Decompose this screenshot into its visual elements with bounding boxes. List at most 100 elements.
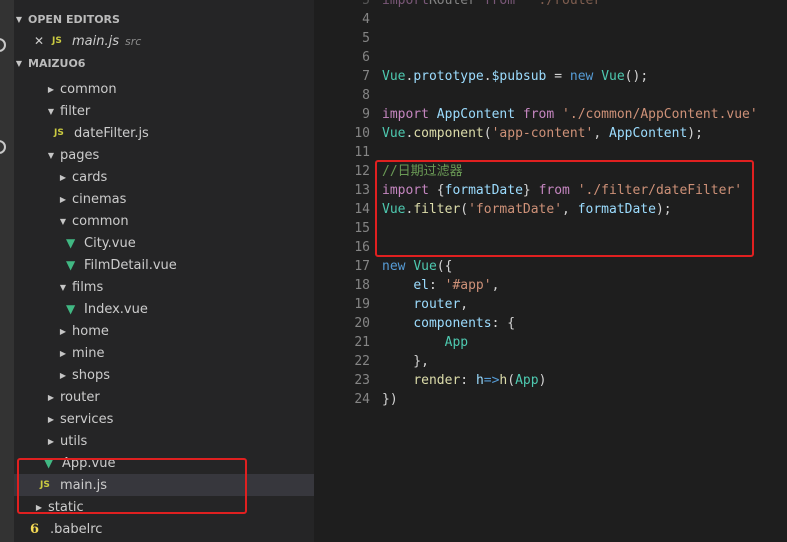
vue-file-icon: ▼ bbox=[44, 456, 54, 470]
code-line: 13 import {formatDate} from './filter/dat… bbox=[314, 181, 787, 200]
tree-item[interactable]: ▶ static bbox=[14, 496, 314, 518]
tree-item-label: common bbox=[72, 213, 129, 229]
line-number: 13 bbox=[354, 183, 370, 198]
code-line: 17 new Vue({ bbox=[314, 257, 787, 276]
js-file-icon: JS bbox=[54, 128, 64, 138]
line-number: 18 bbox=[354, 278, 370, 293]
open-editors-header[interactable]: ▼ OPEN EDITORS bbox=[14, 8, 314, 30]
tree-item-label: filter bbox=[60, 103, 91, 119]
line-number: 9 bbox=[362, 107, 370, 122]
code-text: }, bbox=[382, 354, 429, 369]
code-text: Vue.filter('formatDate', formatDate); bbox=[382, 202, 672, 217]
tree-item[interactable]: ▶ router bbox=[14, 386, 314, 408]
activity-bar bbox=[0, 0, 14, 542]
chevron-right-icon: ▶ bbox=[59, 370, 67, 380]
js-file-icon: JS bbox=[40, 480, 50, 490]
code-text: el: '#app', bbox=[413, 278, 500, 293]
line-number: 4 bbox=[362, 12, 370, 27]
line-number: 19 bbox=[354, 297, 370, 312]
open-editor-desc: src bbox=[125, 34, 142, 48]
tree-item-label: static bbox=[48, 499, 84, 515]
code-text: importRouter from './router' bbox=[382, 0, 610, 8]
tree-item-label: App.vue bbox=[62, 455, 116, 471]
tree-item[interactable]: ▼ films bbox=[14, 276, 314, 298]
code-text: render: h=>h(App) bbox=[413, 373, 547, 388]
code-line: 19 router, bbox=[314, 295, 787, 314]
tree-item-label: utils bbox=[60, 433, 88, 449]
code-line: 5 bbox=[314, 29, 787, 48]
tree-item[interactable]: ▼ Index.vue bbox=[14, 298, 314, 320]
tree-item[interactable]: ▼ common bbox=[14, 210, 314, 232]
line-number: 22 bbox=[354, 354, 370, 369]
tree-item[interactable]: ▼ filter bbox=[14, 100, 314, 122]
tree-item-label: dateFilter.js bbox=[74, 125, 149, 141]
open-editor-main-js[interactable]: ✕ JS main.js src bbox=[14, 30, 314, 52]
line-number: 10 bbox=[354, 126, 370, 141]
line-number: 14 bbox=[354, 202, 370, 217]
code-text: components: { bbox=[413, 316, 516, 331]
close-icon[interactable]: ✕ bbox=[34, 34, 48, 48]
tree-item[interactable]: ▶ cards bbox=[14, 166, 314, 188]
tree-item-label: mine bbox=[72, 345, 105, 361]
activity-icon[interactable] bbox=[0, 38, 6, 52]
explorer-sidebar: ▼ OPEN EDITORS ✕ JS main.js src ▼ MAIZUO… bbox=[14, 0, 314, 542]
tree-item[interactable]: ▶ common bbox=[14, 78, 314, 100]
code-text: import {formatDate} from './filter/dateF… bbox=[382, 183, 743, 198]
code-line: 20 components: { bbox=[314, 314, 787, 333]
chevron-down-icon: ▼ bbox=[47, 106, 55, 116]
tree-item[interactable]: ▼ FilmDetail.vue bbox=[14, 254, 314, 276]
line-number: 8 bbox=[362, 88, 370, 103]
code-text: App bbox=[444, 335, 469, 350]
tree-item-label: cards bbox=[72, 169, 108, 185]
babel-file-icon: 6 bbox=[30, 521, 40, 537]
code-text: import AppContent from './common/AppCont… bbox=[382, 107, 758, 122]
code-line: 7 Vue.prototype.$pubsub = new Vue(); bbox=[314, 67, 787, 86]
tree-item-label: router bbox=[60, 389, 100, 405]
tree-item[interactable]: JS main.js bbox=[14, 474, 314, 496]
tree-item[interactable]: ▶ mine bbox=[14, 342, 314, 364]
chevron-right-icon: ▶ bbox=[47, 392, 55, 402]
activity-icon[interactable] bbox=[0, 140, 6, 154]
tree-item-label: common bbox=[60, 81, 117, 97]
code-editor[interactable]: 5 importRouter from './router' 4 5 6 7 Vue.pro… bbox=[314, 0, 787, 542]
tree-item[interactable]: ▶ shops bbox=[14, 364, 314, 386]
code-text: Vue.component('app-content', AppContent)… bbox=[382, 126, 703, 141]
line-number: 16 bbox=[354, 240, 370, 255]
tree-item[interactable]: ▶ home bbox=[14, 320, 314, 342]
chevron-right-icon: ▶ bbox=[59, 348, 67, 358]
code-line: 15 bbox=[314, 219, 787, 238]
code-line: 21 App bbox=[314, 333, 787, 352]
line-number: 20 bbox=[354, 316, 370, 331]
code-line: 22 }, bbox=[314, 352, 787, 371]
chevron-down-icon: ▼ bbox=[47, 150, 55, 160]
chevron-right-icon: ▶ bbox=[47, 436, 55, 446]
chevron-down-icon: ▼ bbox=[59, 282, 67, 292]
code-line: 18 el: '#app', bbox=[314, 276, 787, 295]
tree-item[interactable]: ▼ pages bbox=[14, 144, 314, 166]
code-line: 11 bbox=[314, 143, 787, 162]
code-line: 6 bbox=[314, 48, 787, 67]
project-header[interactable]: ▼ MAIZUO6 bbox=[14, 52, 314, 74]
line-number: 12 bbox=[354, 164, 370, 179]
tree-item-label: home bbox=[72, 323, 109, 339]
line-number: 7 bbox=[362, 69, 370, 84]
tree-item-label: services bbox=[60, 411, 114, 427]
tree-item[interactable]: ▼ App.vue bbox=[14, 452, 314, 474]
tree-item[interactable]: JS dateFilter.js bbox=[14, 122, 314, 144]
js-file-icon: JS bbox=[52, 36, 62, 46]
tree-item[interactable]: ▶ services bbox=[14, 408, 314, 430]
tree-item-label: main.js bbox=[60, 477, 107, 493]
tree-item[interactable]: ▶ utils bbox=[14, 430, 314, 452]
tree-item[interactable]: 6 .babelrc bbox=[14, 518, 314, 540]
tree-item-label: FilmDetail.vue bbox=[84, 257, 177, 273]
tree-item[interactable]: ▼ City.vue bbox=[14, 232, 314, 254]
line-number: 5 bbox=[362, 31, 370, 46]
tree-item-label: pages bbox=[60, 147, 100, 163]
vue-file-icon: ▼ bbox=[66, 236, 76, 250]
tree-item-label: films bbox=[72, 279, 104, 295]
line-number: 5 bbox=[362, 0, 370, 8]
tree-item-label: .babelrc bbox=[50, 521, 103, 537]
code-line: 8 bbox=[314, 86, 787, 105]
tree-item[interactable]: ▶ cinemas bbox=[14, 188, 314, 210]
code-line: 4 bbox=[314, 10, 787, 29]
